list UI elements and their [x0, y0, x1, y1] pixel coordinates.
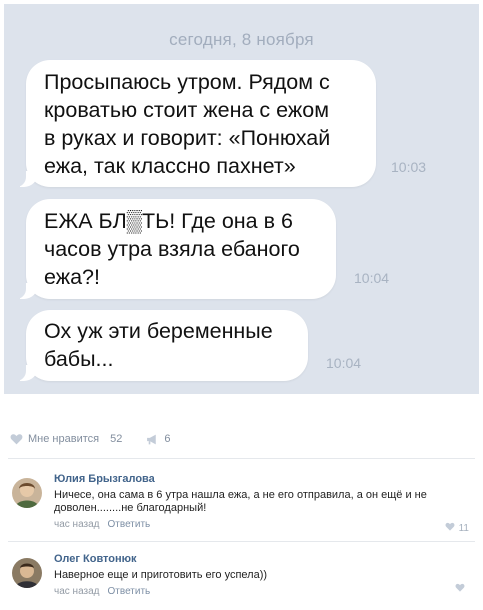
bubble-tail — [14, 365, 38, 381]
message-text: Ох уж эти беременные бабы... — [44, 319, 273, 371]
comment-meta: час назад Ответить — [54, 586, 469, 598]
heart-icon — [455, 583, 465, 595]
like-label: Мне нравится — [28, 433, 100, 445]
bubble-tail — [14, 171, 38, 187]
comment-author[interactable]: Олег Ковтонюк — [54, 552, 469, 566]
post-actions-bar: Мне нравится 52 6 — [10, 431, 170, 447]
message-text: Просыпаюсь утром. Рядом с кроватью стоит… — [44, 70, 331, 178]
like-button[interactable]: Мне нравится 52 — [10, 433, 122, 445]
comment-like-button[interactable] — [455, 583, 469, 595]
comment-like-count: 11 — [458, 522, 469, 534]
bubble-tail — [14, 283, 38, 299]
message-bubble: Просыпаюсь утром. Рядом с кроватью стоит… — [14, 60, 376, 187]
comment-like-button[interactable]: 11 — [445, 522, 469, 534]
share-count: 6 — [164, 433, 171, 445]
message-text: ЕЖА БЛ▒ТЬ! Где она в 6 часов утра взяла … — [44, 209, 300, 289]
chat-date-label: сегодня, 8 ноября — [169, 30, 314, 49]
divider — [8, 458, 475, 459]
like-count: 52 — [110, 433, 123, 445]
comment-time[interactable]: час назад — [54, 519, 100, 530]
avatar[interactable] — [12, 478, 42, 508]
comment-text: Наверное еще и приготовить его успела)) — [54, 569, 268, 581]
reply-button[interactable]: Ответить — [108, 586, 151, 597]
heart-icon — [10, 433, 23, 445]
comment-meta: час назад Ответить — [54, 519, 469, 531]
message-bubble: ЕЖА БЛ▒ТЬ! Где она в 6 часов утра взяла … — [14, 199, 336, 299]
message-bubble: Ох уж эти беременные бабы... — [14, 310, 308, 381]
megaphone-icon — [146, 434, 159, 445]
divider — [8, 541, 475, 542]
share-button[interactable]: 6 — [146, 433, 170, 445]
heart-icon — [445, 522, 455, 534]
comment-text: Ничесе, она сама в 6 утра нашла ежа, а н… — [54, 489, 427, 514]
reply-button[interactable]: Ответить — [108, 519, 151, 530]
message-time: 10:03 — [391, 159, 427, 175]
chat-screenshot: сегодня, 8 ноября Просыпаюсь утром. Рядо… — [4, 4, 479, 394]
comment-time[interactable]: час назад — [54, 586, 100, 597]
message-time: 10:04 — [326, 355, 362, 371]
avatar[interactable] — [12, 558, 42, 588]
message-time: 10:04 — [354, 270, 390, 286]
comment-author[interactable]: Юлия Брызгалова — [54, 472, 469, 486]
